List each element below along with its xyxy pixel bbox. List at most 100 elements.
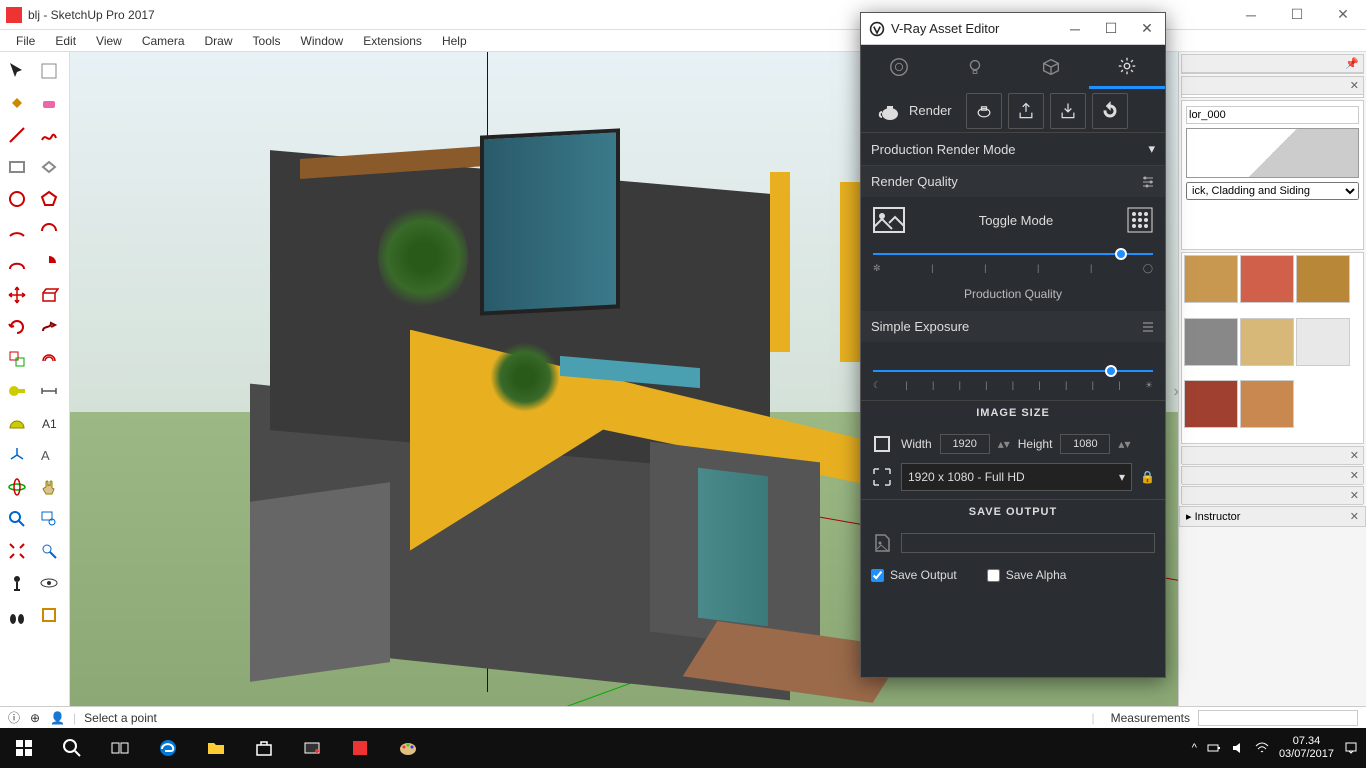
menu-view[interactable]: View — [86, 32, 132, 50]
offset-tool[interactable] — [34, 344, 64, 374]
rectangle-tool[interactable] — [2, 152, 32, 182]
render-quality-section[interactable]: Render Quality — [861, 166, 1165, 197]
vray-title-bar[interactable]: V-Ray Asset Editor ─ ☐ ✕ — [861, 13, 1165, 45]
dimension-tool[interactable] — [34, 376, 64, 406]
pushpull-tool[interactable] — [34, 280, 64, 310]
vray-tab-lights[interactable] — [937, 45, 1013, 89]
walk-tool[interactable] — [2, 600, 32, 630]
file-image-icon[interactable] — [871, 532, 893, 554]
task-view-button[interactable] — [96, 728, 144, 768]
pie-tool[interactable] — [34, 248, 64, 278]
store-taskbar-icon[interactable] — [240, 728, 288, 768]
vray-tab-materials[interactable] — [861, 45, 937, 89]
edge-taskbar-icon[interactable] — [144, 728, 192, 768]
crop-icon[interactable] — [871, 433, 893, 455]
vray-tab-settings[interactable] — [1089, 45, 1165, 89]
rotated-rectangle-tool[interactable] — [34, 152, 64, 182]
swatch[interactable] — [1184, 380, 1238, 428]
clock[interactable]: 07.3403/07/2017 — [1279, 735, 1334, 761]
volume-icon[interactable] — [1231, 741, 1245, 755]
tray-slot[interactable]: ✕ — [1181, 486, 1364, 504]
menu-draw[interactable]: Draw — [195, 32, 243, 50]
circle-tool[interactable] — [2, 184, 32, 214]
recorder-taskbar-icon[interactable] — [288, 728, 336, 768]
polygon-tool[interactable] — [34, 184, 64, 214]
swatch[interactable] — [1240, 255, 1294, 303]
exposure-section[interactable]: Simple Exposure — [861, 311, 1165, 342]
start-button[interactable] — [0, 728, 48, 768]
position-camera-tool[interactable] — [2, 568, 32, 598]
resolution-preset-dropdown[interactable]: 1920 x 1080 - Full HD▾ — [901, 463, 1132, 491]
toggle-grid-icon[interactable] — [1127, 207, 1153, 233]
minimize-button[interactable]: ─ — [1228, 0, 1274, 30]
text-tool[interactable]: A1 — [34, 408, 64, 438]
expand-icon[interactable] — [871, 466, 893, 488]
explorer-taskbar-icon[interactable] — [192, 728, 240, 768]
menu-tools[interactable]: Tools — [243, 32, 291, 50]
eraser-tool[interactable] — [34, 88, 64, 118]
zoom-extents-tool[interactable] — [2, 536, 32, 566]
pin-icon[interactable]: 📌 — [1345, 57, 1359, 70]
output-path-input[interactable] — [901, 533, 1155, 553]
menu-window[interactable]: Window — [291, 32, 354, 50]
swatch[interactable] — [1184, 255, 1238, 303]
width-input[interactable] — [940, 434, 990, 454]
paint-bucket-tool[interactable] — [2, 88, 32, 118]
material-preview[interactable] — [1186, 128, 1359, 178]
move-tool[interactable] — [2, 280, 32, 310]
swatch[interactable] — [1184, 318, 1238, 366]
protractor-tool[interactable] — [2, 408, 32, 438]
user-icon[interactable]: 👤 — [50, 711, 65, 725]
measurements-input[interactable] — [1198, 710, 1358, 726]
previous-view-tool[interactable] — [34, 536, 64, 566]
instructor-panel[interactable]: ▸ Instructor✕ — [1179, 506, 1366, 527]
zoom-window-tool[interactable] — [34, 504, 64, 534]
save-alpha-checkbox[interactable]: Save Alpha — [987, 568, 1067, 582]
geo-icon[interactable]: ⊕ — [30, 711, 40, 725]
lock-icon[interactable]: 🔒 — [1140, 470, 1155, 484]
render-mode-dropdown[interactable]: Production Render Mode▾ — [861, 133, 1165, 166]
menu-help[interactable]: Help — [432, 32, 477, 50]
wifi-icon[interactable] — [1255, 741, 1269, 755]
3dtext-tool[interactable]: A — [34, 440, 64, 470]
swatch[interactable] — [1296, 255, 1350, 303]
look-around-tool[interactable] — [34, 568, 64, 598]
menu-edit[interactable]: Edit — [45, 32, 86, 50]
notifications-icon[interactable] — [1344, 741, 1358, 755]
scale-tool[interactable] — [2, 344, 32, 374]
interactive-render-button[interactable] — [966, 93, 1002, 129]
followme-tool[interactable] — [34, 312, 64, 342]
3point-arc-tool[interactable] — [2, 248, 32, 278]
freehand-tool[interactable] — [34, 120, 64, 150]
vray-close[interactable]: ✕ — [1129, 20, 1165, 37]
arc-tool[interactable] — [2, 216, 32, 246]
import-button[interactable] — [1050, 93, 1086, 129]
zoom-tool[interactable] — [2, 504, 32, 534]
battery-icon[interactable] — [1207, 741, 1221, 755]
3d-viewport[interactable] — [70, 52, 1366, 706]
rotate-tool[interactable] — [2, 312, 32, 342]
save-output-checkbox[interactable]: Save Output — [871, 568, 957, 582]
tray-slot[interactable]: ✕ — [1181, 446, 1364, 464]
search-button[interactable] — [48, 728, 96, 768]
quality-slider[interactable]: ✼||||◯ — [861, 243, 1165, 283]
swatch[interactable] — [1240, 380, 1294, 428]
sketchup-taskbar-icon[interactable] — [336, 728, 384, 768]
menu-extensions[interactable]: Extensions — [353, 32, 432, 50]
axes-tool[interactable] — [2, 440, 32, 470]
close-button[interactable]: ✕ — [1320, 0, 1366, 30]
paint-taskbar-icon[interactable] — [384, 728, 432, 768]
tray-header-1[interactable]: 📌 — [1181, 54, 1364, 74]
render-button[interactable]: Render — [869, 96, 960, 126]
tray-header-2[interactable]: ✕ — [1181, 76, 1364, 98]
line-tool[interactable] — [2, 120, 32, 150]
swatch[interactable] — [1240, 318, 1294, 366]
pan-tool[interactable] — [34, 472, 64, 502]
orbit-tool[interactable] — [2, 472, 32, 502]
height-input[interactable] — [1060, 434, 1110, 454]
maximize-button[interactable]: ☐ — [1274, 0, 1320, 30]
swatch[interactable] — [1296, 318, 1350, 366]
menu-file[interactable]: File — [6, 32, 45, 50]
help-icon[interactable]: ⓘ — [8, 709, 20, 726]
tape-measure-tool[interactable] — [2, 376, 32, 406]
